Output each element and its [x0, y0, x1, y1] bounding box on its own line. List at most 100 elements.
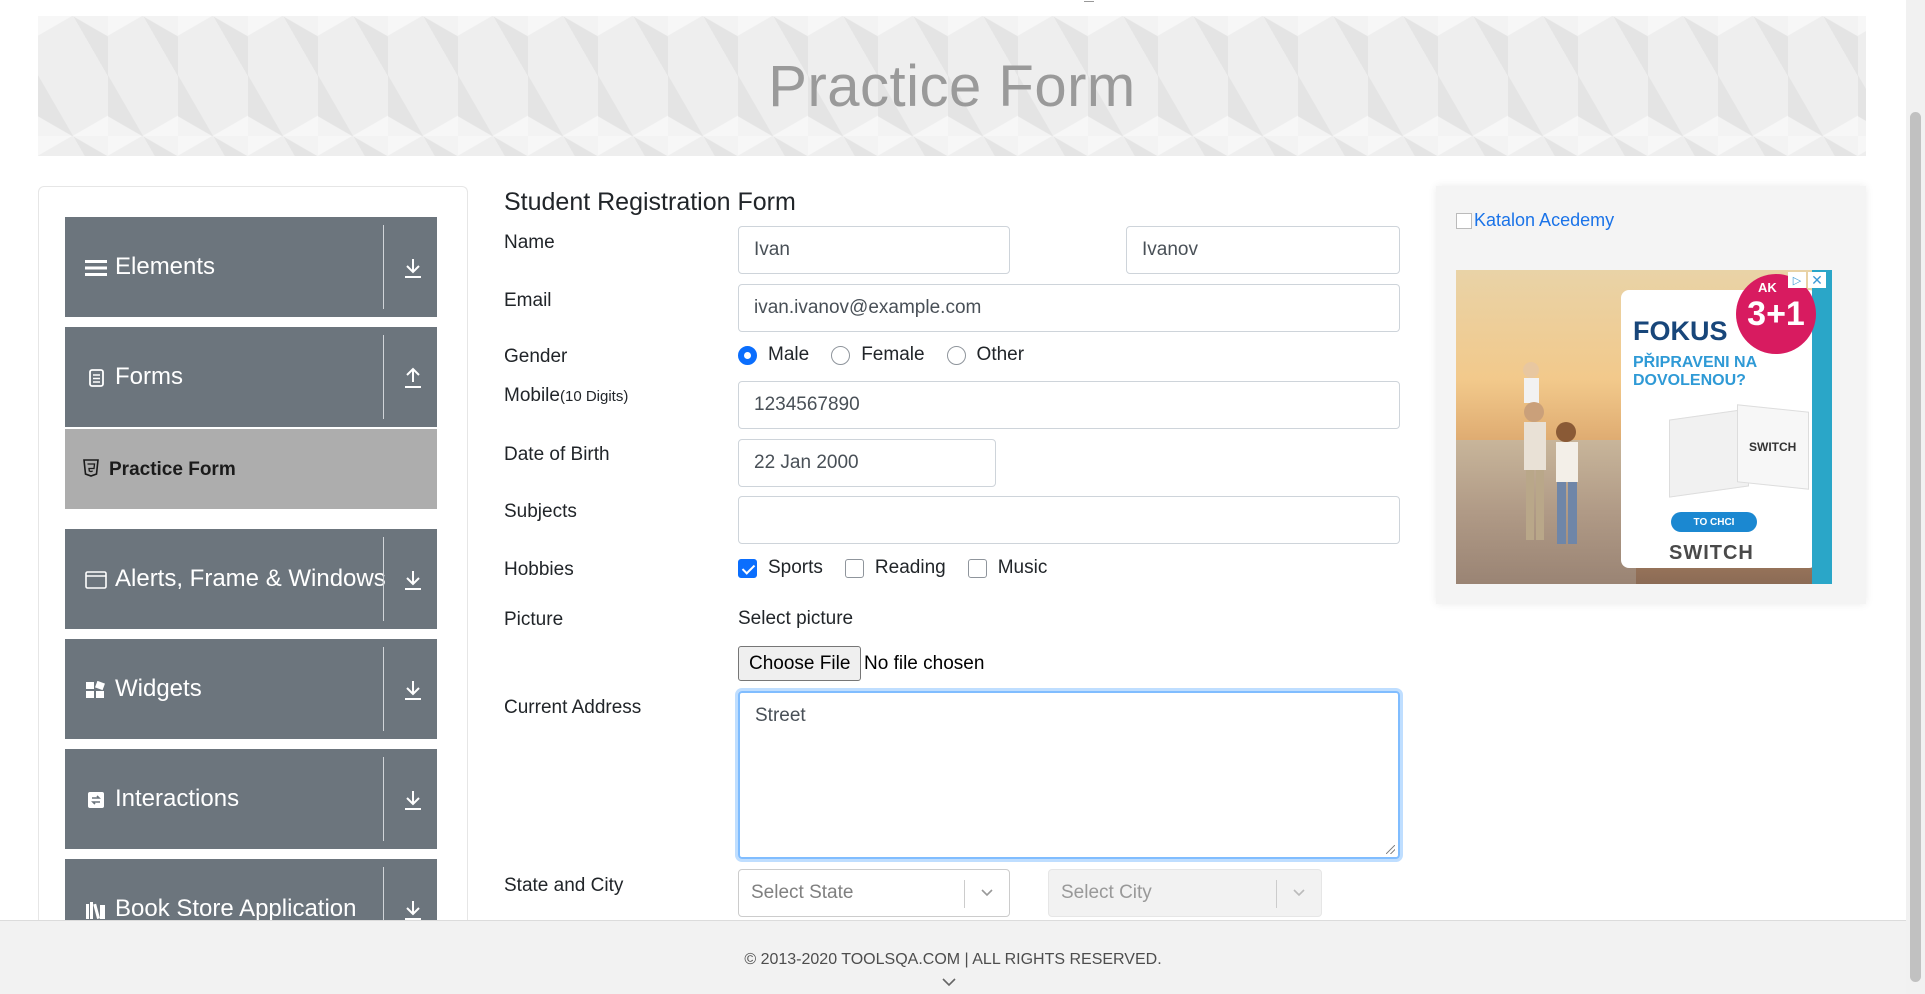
chevron-down-icon[interactable]	[942, 977, 956, 987]
sidebar-group-widgets[interactable]: Widgets	[65, 639, 437, 739]
sidebar-group-book-store[interactable]: Book Store Application	[65, 859, 437, 926]
checkbox[interactable]	[738, 558, 757, 578]
city-placeholder: Select City	[1061, 882, 1152, 903]
gender-option-label: Other	[976, 344, 1025, 365]
current-address-label: Current Address	[504, 697, 642, 718]
email-label: Email	[504, 290, 552, 311]
ad-promo: PŘIPRAVENI NA DOVOLENOU?	[1633, 354, 1757, 390]
document-icon	[89, 369, 104, 387]
chevron-down-icon	[1293, 889, 1305, 897]
ad-link-text: Katalon Acedemy	[1474, 210, 1615, 230]
select-divider	[964, 880, 965, 908]
picture-label: Picture	[504, 609, 564, 630]
sidebar-group-label: Alerts, Frame & Windows	[115, 565, 386, 592]
katalon-ad-link[interactable]: Katalon Acedemy	[1456, 210, 1614, 231]
download-icon[interactable]	[403, 899, 423, 921]
ad-product-name: SWITCH	[1669, 542, 1754, 564]
name-label: Name	[504, 232, 555, 253]
gender-label: Gender	[504, 346, 568, 367]
page-title: Practice Form	[768, 53, 1136, 119]
hobby-reading-option[interactable]: Reading	[844, 557, 946, 579]
radio-button[interactable]	[946, 345, 966, 365]
interactions-icon	[88, 792, 104, 808]
ad-cta-button[interactable]: TO CHCI	[1671, 512, 1757, 532]
adchoices-icon[interactable]: ▷	[1788, 272, 1806, 288]
subjects-input[interactable]	[738, 496, 1400, 544]
download-icon[interactable]	[403, 257, 423, 279]
download-icon[interactable]	[403, 679, 423, 701]
select-picture-hint: Select picture	[738, 608, 854, 629]
html5-icon	[83, 459, 99, 477]
sidebar-group-interactions[interactable]: Interactions	[65, 749, 437, 849]
ad-banner[interactable]: FOKUS PŘIPRAVENI NA DOVOLENOU? SWITCH TO…	[1456, 270, 1832, 584]
gender-radio-group: Male Female Other	[738, 344, 1046, 366]
window-icon	[85, 571, 107, 589]
widgets-icon	[86, 681, 105, 698]
sidebar-group-forms[interactable]: Forms	[65, 327, 437, 427]
top-caret	[1084, 0, 1094, 2]
gender-other-option[interactable]: Other	[946, 344, 1025, 366]
mobile-label-text: Mobile	[504, 385, 560, 406]
ad-panel: Katalon Acedemy FOKUS PŘIPRAVENI NA DOVO…	[1436, 186, 1866, 604]
gender-option-label: Female	[861, 344, 925, 365]
close-icon[interactable]: ✕	[1808, 272, 1826, 288]
hobby-music-option[interactable]: Music	[967, 557, 1048, 579]
upload-icon[interactable]	[403, 367, 423, 389]
hobby-sports-option[interactable]: Sports	[738, 557, 823, 579]
page-scrollbar[interactable]	[1906, 0, 1925, 994]
state-placeholder: Select State	[751, 882, 854, 903]
gender-male-option[interactable]: Male	[738, 344, 809, 366]
sidebar-group-label: Widgets	[115, 675, 202, 702]
download-icon[interactable]	[403, 569, 423, 591]
hobbies-checkbox-group: Sports Reading Music	[738, 557, 1069, 579]
file-status: No file chosen	[864, 653, 985, 674]
choose-file-button[interactable]: Choose File	[738, 646, 862, 681]
mobile-hint: (10 Digits)	[559, 388, 629, 405]
download-icon[interactable]	[403, 789, 423, 811]
last-name-input[interactable]: Ivanov	[1126, 226, 1400, 274]
product-box-label: SWITCH	[1749, 440, 1797, 454]
gender-option-label: Male	[768, 344, 810, 365]
list-icon	[85, 260, 107, 276]
divider	[383, 537, 384, 621]
scrollbar-thumb[interactable]	[1910, 112, 1921, 982]
city-select[interactable]: Select City	[1048, 869, 1322, 917]
checkbox[interactable]	[844, 558, 864, 578]
broken-image-icon	[1456, 212, 1472, 229]
address-text: Street	[755, 705, 806, 726]
gender-female-option[interactable]: Female	[831, 344, 925, 366]
divider	[383, 225, 384, 309]
radio-button[interactable]	[831, 345, 851, 365]
state-city-label: State and City	[504, 875, 624, 896]
radio-button[interactable]	[738, 345, 757, 365]
divider	[383, 335, 384, 419]
sidebar-group-alerts[interactable]: Alerts, Frame & Windows	[65, 529, 437, 629]
books-icon	[86, 902, 105, 919]
resize-handle[interactable]	[1386, 845, 1395, 854]
mobile-label: Mobile(10 Digits)	[504, 385, 628, 407]
divider	[383, 867, 384, 926]
footer-copyright: © 2013-2020 TOOLSQA.COM | ALL RIGHTS RES…	[744, 951, 1162, 968]
checkbox[interactable]	[967, 558, 987, 578]
chevron-down-icon[interactable]	[981, 886, 993, 898]
sidebar-group-label: Forms	[115, 363, 183, 390]
sidebar-group-elements[interactable]: Elements	[65, 217, 437, 317]
ad-badge-top: AK	[1758, 280, 1777, 295]
sidebar-item-practice-form[interactable]: Practice Form	[65, 429, 437, 509]
date-of-birth-input[interactable]: 22 Jan 2000	[738, 439, 996, 487]
first-name-input[interactable]: Ivan	[738, 226, 1010, 274]
ad-brand: FOKUS	[1633, 316, 1728, 346]
current-address-textarea[interactable]: Street	[738, 691, 1400, 859]
hobby-label: Music	[997, 557, 1048, 578]
divider	[383, 647, 384, 731]
state-select[interactable]: Select State	[738, 869, 1010, 917]
email-input[interactable]: ivan.ivanov@example.com	[738, 284, 1400, 332]
mobile-input[interactable]: 1234567890	[738, 381, 1400, 429]
footer: © 2013-2020 TOOLSQA.COM | ALL RIGHTS RES…	[0, 920, 1906, 994]
sidebar: Elements Forms Practice Form Alerts, Fra…	[38, 186, 468, 926]
hobby-label: Reading	[874, 557, 946, 578]
select-divider	[1276, 880, 1277, 908]
sidebar-group-label: Elements	[115, 253, 216, 280]
hobbies-label: Hobbies	[504, 559, 574, 580]
sidebar-group-label: Interactions	[115, 785, 240, 812]
